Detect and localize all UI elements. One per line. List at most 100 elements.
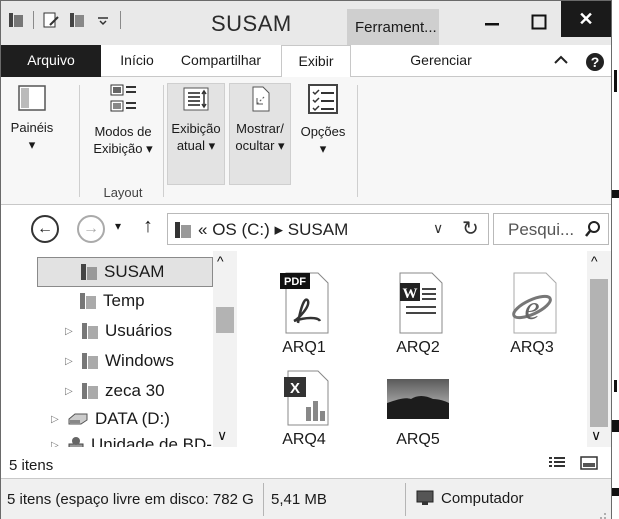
properties-icon[interactable] [42,11,60,29]
refresh-button[interactable]: ↻ [462,216,479,241]
search-icon[interactable] [584,220,602,243]
scroll-down-button[interactable]: ∨ [217,427,227,444]
tab-compartilhar[interactable]: Compartilhar [171,45,271,77]
tab-inicio[interactable]: Início [109,45,165,77]
help-button[interactable]: ? [583,45,607,77]
tab-gerenciar[interactable]: Gerenciar [381,45,501,77]
address-path[interactable]: « OS (C:) ▸ SUSAM [198,220,348,240]
file-item[interactable]: e ARQ3 [487,271,577,357]
details-view-button[interactable] [547,455,567,471]
tree-item-label: DATA (D:) [95,409,170,428]
tree-item-label: SUSAM [104,262,165,281]
new-folder-icon[interactable] [68,11,86,29]
optical-drive-icon [68,437,84,447]
scroll-up-button[interactable]: ^ [591,253,598,269]
ribbon-group-layout: Layout [103,185,143,200]
up-button[interactable]: ↑ [143,215,153,238]
opcoes-button[interactable]: Opções ▾ [295,83,351,157]
tree-item-data-d[interactable]: ▷ DATA (D:) [51,405,170,433]
resize-grip-icon[interactable] [597,507,607,519]
tree-item-susam[interactable]: SUSAM [37,257,213,287]
item-count-bar: 5 itens [1,447,611,479]
exibicao-dropdown: atual ▾ [176,138,216,153]
back-button[interactable]: ← [31,215,59,243]
exibicao-label: Exibição [171,121,221,136]
file-item[interactable]: ARQ5 [373,369,463,449]
file-item[interactable]: W ARQ2 [373,271,463,357]
file-list-scrollbar[interactable]: ^ ∨ [587,251,611,447]
tree-item-usuarios[interactable]: ▷ Usuários [65,317,172,345]
tree-item-bd-drive[interactable]: ▷ Unidade de BD- [51,431,212,447]
scroll-up-button[interactable]: ^ [217,253,224,269]
large-icons-view-icon [580,456,598,470]
search-box[interactable]: Pesqui... [493,213,609,245]
expand-icon[interactable]: ▷ [65,356,75,367]
chevron-up-icon [554,55,568,64]
paineis-button[interactable]: Painéis ▾ [5,83,59,153]
expand-icon[interactable]: ▷ [65,386,75,397]
tree-item-label: Unidade de BD- [91,435,212,447]
current-view-icon [183,87,209,111]
scroll-thumb[interactable] [216,307,234,333]
tab-arquivo[interactable]: Arquivo [1,45,101,77]
file-name: ARQ2 [396,339,440,356]
expand-icon[interactable]: ▷ [65,326,75,337]
ribbon-divider [79,85,80,197]
computer-icon [416,490,434,505]
expand-icon[interactable]: ▷ [51,414,61,425]
collapse-ribbon-button[interactable] [546,45,576,77]
folder-icon[interactable] [7,11,25,29]
overflow-chevron[interactable]: « [198,220,207,239]
close-icon: ✕ [578,8,594,29]
svg-text:e: e [524,290,539,327]
navigation-pane: SUSAM Temp ▷ Usuários ▷ Windows ▷ zeca 3… [1,251,237,447]
ribbon-tabs: Arquivo Início Compartilhar Exibir Geren… [1,45,611,78]
forward-arrow-icon: → [83,220,99,237]
customize-dropdown-icon[interactable] [94,11,112,29]
background-window-fragment [614,70,617,92]
panes-icon [18,85,46,111]
maximize-icon [531,14,547,30]
breadcrumb-path[interactable]: OS (C:) ▸ SUSAM [212,220,348,239]
contextual-tools-tab[interactable]: Ferrament... [347,9,439,45]
svg-text:PDF: PDF [284,276,306,288]
mostrar-label: Mostrar/ [236,121,284,136]
minimize-icon [485,23,499,26]
maximize-button[interactable] [517,7,561,37]
search-placeholder: Pesqui... [508,220,575,239]
large-icons-view-button[interactable] [579,455,599,471]
minimize-button[interactable] [469,7,515,37]
svg-text:X: X [290,380,300,397]
word-file-icon: W [399,272,443,334]
navigation-scrollbar[interactable]: ^ ∨ [213,251,237,447]
forward-button[interactable]: → [77,215,105,243]
internet-explorer-file-icon: e [512,272,557,334]
recent-locations-button[interactable]: ▾ [115,219,121,233]
tab-exibir[interactable]: Exibir [281,45,351,78]
expand-icon[interactable]: ▷ [51,440,61,448]
folder-icon [82,323,98,339]
show-hide-icon [252,86,270,112]
status-divider [263,483,264,516]
scroll-down-button[interactable]: ∨ [591,427,601,444]
background-window-fragment [612,488,619,496]
address-bar[interactable]: « OS (C:) ▸ SUSAM ∨ ↻ [167,213,489,245]
address-dropdown-button[interactable]: ∨ [433,220,443,237]
ribbon-divider [163,85,164,197]
folder-icon [81,264,97,280]
layout-views-icon [110,84,136,112]
file-item[interactable]: X ARQ4 [259,369,349,449]
tree-item-zeca30[interactable]: ▷ zeca 30 [65,377,165,405]
close-button[interactable]: ✕ [561,1,611,37]
tree-item-temp[interactable]: Temp [79,287,145,315]
mostrar-ocultar-button[interactable]: Mostrar/ ocultar ▾ [229,83,291,185]
file-list: PDF ARQ1 W ARQ2 e ARQ3 X ARQ4 ARQ5 ^ ∨ [237,251,611,449]
scroll-thumb[interactable] [590,279,608,427]
folder-icon [82,353,98,369]
tree-item-windows[interactable]: ▷ Windows [65,347,174,375]
exibicao-atual-button[interactable]: Exibição atual ▾ [167,83,225,185]
modos-exibicao-button[interactable]: Modos de Exibição ▾ [85,83,161,157]
status-divider [405,483,406,516]
file-item[interactable]: PDF ARQ1 [259,271,349,357]
explorer-window: SUSAM Ferrament... ✕ Arquivo Início Comp… [0,0,612,519]
